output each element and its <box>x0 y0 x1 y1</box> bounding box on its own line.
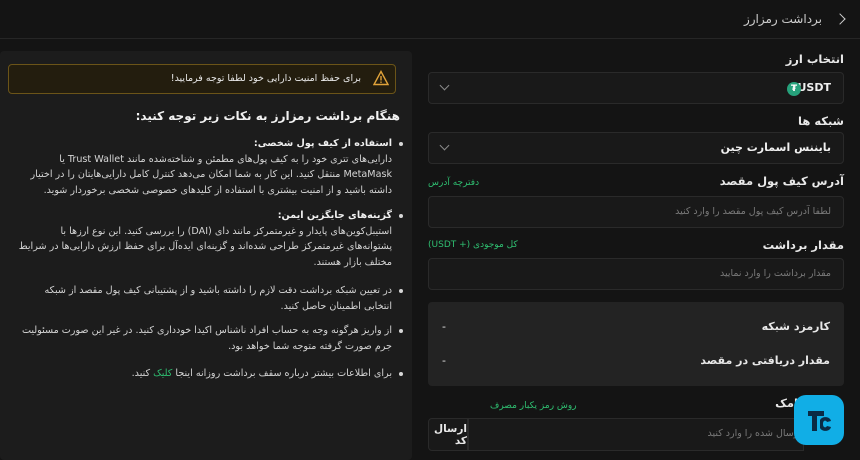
note-item: در تعیین شبکه برداشت دقت لازم را داشته ب… <box>14 283 403 314</box>
code-input[interactable]: ارسال شده را وارد کنید <box>468 418 804 451</box>
warning-banner: برای حفظ امنیت دارایی خود لطفا توجه فرما… <box>8 64 396 94</box>
warning-icon <box>373 70 389 86</box>
currency-label: انتخاب ارز <box>785 52 844 66</box>
bullet <box>399 329 403 333</box>
receive-label: مقدار دریافتی در مقصد <box>700 354 830 367</box>
bullet <box>399 289 403 293</box>
network-value: بایننس اسمارت چین <box>720 141 831 154</box>
address-label: آدرس کیف پول مقصد <box>719 174 844 188</box>
instructions-panel: برای حفظ امنیت دارایی خود لطفا توجه فرما… <box>0 51 412 460</box>
fee-summary: کارمزد شبکه - مقدار دریافتی در مقصد - <box>428 302 844 386</box>
note-item: گزینه‌های جایگزین ایمن: استیبل‌کوین‌های … <box>14 208 403 270</box>
note-text: دارایی‌های تتری خود را به کیف پول‌های مط… <box>30 153 392 196</box>
receive-value: - <box>442 354 446 367</box>
bullet <box>399 214 403 218</box>
bullet <box>399 372 403 376</box>
note-item: استفاده از کیف پول شخصی: دارایی‌های تتری… <box>14 136 403 198</box>
address-book-link[interactable]: دفترچه آدرس <box>428 178 479 188</box>
note-item: از واریز هرگونه وجه به حساب افراد ناشناس… <box>14 323 403 354</box>
chevron-down-icon <box>439 140 450 151</box>
note-text: در تعیین شبکه برداشت دقت لازم را داشته ب… <box>44 285 392 312</box>
chevron-down-icon <box>439 80 450 91</box>
warning-text: برای حفظ امنیت دارایی خود لطفا توجه فرما… <box>170 73 361 84</box>
network-label: شبکه ها <box>798 114 844 128</box>
currency-value: USDT <box>797 81 832 94</box>
amount-input[interactable]: مقدار برداشت را وارد نمایید <box>428 258 844 290</box>
fee-label: کارمزد شبکه <box>761 320 830 333</box>
back-button[interactable]: برداشت رمزارز <box>743 12 846 26</box>
note-title: استفاده از کیف پول شخصی: <box>253 138 392 149</box>
click-link[interactable]: کلیک <box>153 368 172 379</box>
brand-logo-icon <box>794 395 844 445</box>
send-code-button[interactable]: ارسال کد <box>428 418 468 451</box>
address-placeholder: لطفا آدرس کیف پول مقصد را وارد کنید <box>675 206 831 217</box>
note-text: استیبل‌کوین‌های پایدار و غیرمتمرکز مانند… <box>18 225 392 268</box>
note-item: برای اطلاعات بیشتر درباره سقف برداشت روز… <box>14 366 403 382</box>
note-text-prefix: برای اطلاعات بیشتر درباره سقف برداشت روز… <box>175 368 392 379</box>
note-text-suffix: کنید. <box>131 368 151 379</box>
code-placeholder: ارسال شده را وارد کنید <box>707 428 801 439</box>
amount-label: مقدار برداشت <box>762 238 844 252</box>
top-bar: برداشت رمزارز <box>0 0 860 39</box>
currency-select[interactable]: USDT ₮ <box>428 72 844 104</box>
page-title: برداشت رمزارز <box>743 12 822 26</box>
fee-value: - <box>442 320 446 333</box>
otp-method-link[interactable]: روش رمز یکبار مصرف <box>490 401 577 411</box>
tether-icon: ₮ <box>787 82 801 96</box>
note-text: از واریز هرگونه وجه به حساب افراد ناشناس… <box>21 325 392 352</box>
address-input[interactable]: لطفا آدرس کیف پول مقصد را وارد کنید <box>428 196 844 228</box>
chevron-right-icon <box>834 13 846 25</box>
bullet <box>399 142 403 146</box>
network-select[interactable]: بایننس اسمارت چین <box>428 132 844 164</box>
balance-link[interactable]: کل موجودی (+ USDT) <box>428 240 518 250</box>
notes-heading: هنگام برداشت رمزارز به نکات زیر توجه کنی… <box>135 109 400 123</box>
note-title: گزینه‌های جایگزین ایمن: <box>277 210 392 221</box>
amount-placeholder: مقدار برداشت را وارد نمایید <box>719 268 831 279</box>
withdraw-form: انتخاب ارز USDT ₮ شبکه ها بایننس اسمارت … <box>428 38 860 460</box>
